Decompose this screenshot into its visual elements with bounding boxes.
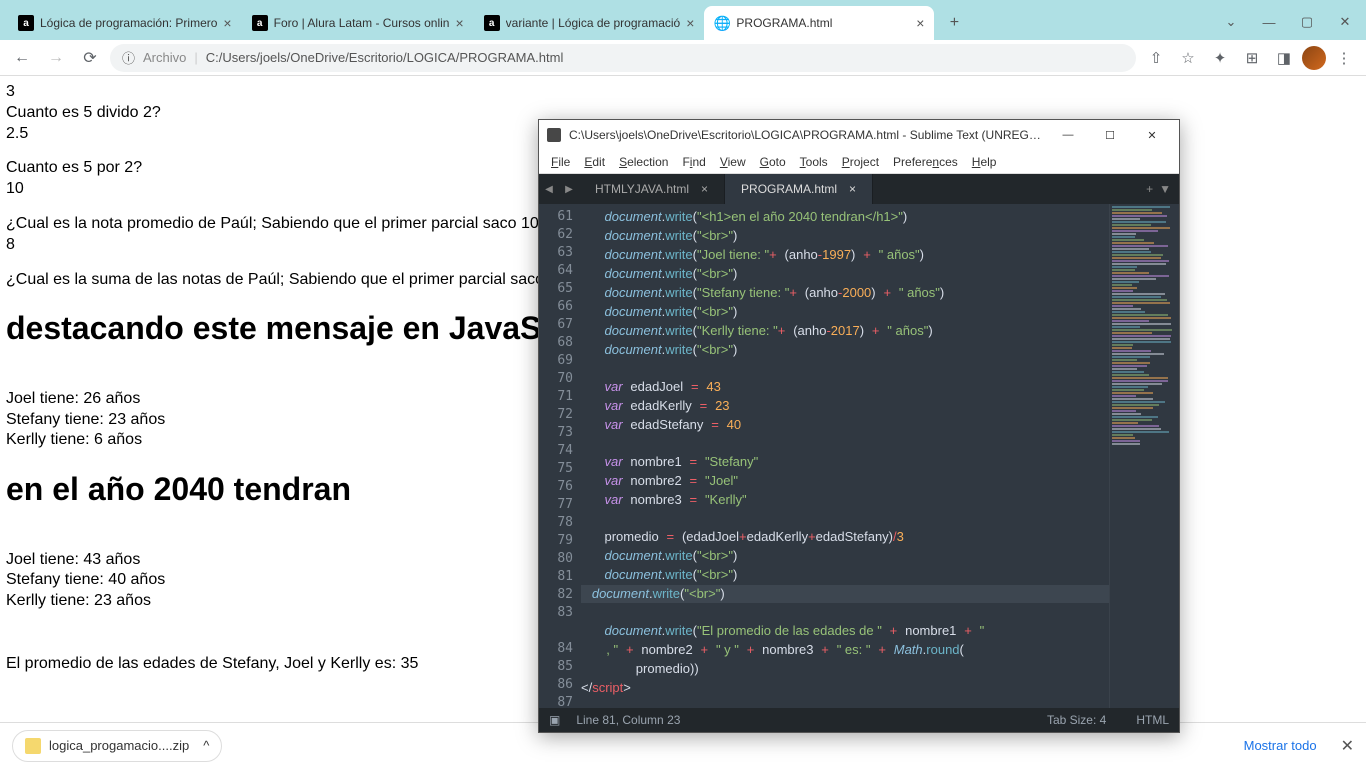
globe-icon: 🌐: [714, 15, 730, 31]
browser-tab[interactable]: avariante | Lógica de programació×: [474, 6, 705, 40]
sublime-logo-icon: [547, 128, 561, 142]
editor-area[interactable]: 6162636465666768697071727374757677787980…: [539, 204, 1179, 708]
text: 3: [6, 82, 1360, 103]
minimize-icon[interactable]: —: [1254, 10, 1284, 34]
sublime-menubar[interactable]: File Edit Selection Find View Goto Tools…: [539, 150, 1179, 174]
tab-next-icon[interactable]: ▶: [559, 174, 579, 204]
browser-tabstrip: aLógica de programación: Primero× aForo …: [0, 0, 1366, 40]
sublime-tabstrip: ◀ ▶ HTMLYJAVA.html× PROGRAMA.html× + ▼: [539, 174, 1179, 204]
extensions-icon[interactable]: ✦: [1206, 44, 1234, 72]
maximize-icon[interactable]: ☐: [1091, 124, 1129, 146]
menu-tools[interactable]: Tools: [794, 153, 834, 171]
browser-toolbar: ← → ⟳ ⓘ Archivo | C:/Users/joels/OneDriv…: [0, 40, 1366, 76]
line-gutter: 6162636465666768697071727374757677787980…: [539, 204, 581, 708]
new-tab-button[interactable]: +: [940, 9, 968, 37]
menu-edit[interactable]: Edit: [578, 153, 611, 171]
menu-view[interactable]: View: [714, 153, 752, 171]
sidepanel-icon[interactable]: ◨: [1270, 44, 1298, 72]
minimize-icon[interactable]: —: [1049, 124, 1087, 146]
menu-find[interactable]: Find: [676, 153, 711, 171]
back-button[interactable]: ←: [8, 44, 36, 72]
menu-preferences[interactable]: Preferences: [887, 153, 964, 171]
sublime-titlebar[interactable]: C:\Users\joels\OneDrive\Escritorio\LOGIC…: [539, 120, 1179, 150]
zip-icon: [25, 738, 41, 754]
apps-icon[interactable]: ⊞: [1238, 44, 1266, 72]
browser-tab[interactable]: aForo | Alura Latam - Cursos onlin×: [242, 6, 474, 40]
status-cursor: Line 81, Column 23: [576, 713, 680, 727]
close-icon[interactable]: ×: [701, 182, 708, 196]
tab-prev-icon[interactable]: ◀: [539, 174, 559, 204]
browser-tab[interactable]: aLógica de programación: Primero×: [8, 6, 242, 40]
editor-tab-active[interactable]: PROGRAMA.html×: [725, 174, 873, 204]
menu-project[interactable]: Project: [836, 153, 885, 171]
close-icon[interactable]: ×: [223, 15, 231, 31]
menu-selection[interactable]: Selection: [613, 153, 674, 171]
sidebar-toggle-icon[interactable]: ▣: [549, 713, 560, 727]
close-icon[interactable]: ✕: [1330, 10, 1360, 34]
editor-tab[interactable]: HTMLYJAVA.html×: [579, 174, 725, 204]
menu-icon[interactable]: ⋮: [1330, 44, 1358, 72]
menu-file[interactable]: File: [545, 153, 576, 171]
chevron-up-icon[interactable]: ^: [203, 738, 209, 753]
minimap[interactable]: [1109, 204, 1179, 708]
forward-button[interactable]: →: [42, 44, 70, 72]
close-icon[interactable]: ×: [849, 182, 856, 196]
close-icon[interactable]: ×: [455, 15, 463, 31]
tab-menu-icon[interactable]: ▼: [1159, 182, 1171, 196]
add-tab-icon[interactable]: +: [1146, 182, 1153, 196]
close-icon[interactable]: ✕: [1341, 736, 1354, 756]
close-icon[interactable]: ×: [916, 15, 924, 31]
chevron-down-icon[interactable]: ⌄: [1216, 10, 1246, 34]
show-all-downloads[interactable]: Mostrar todo: [1244, 738, 1317, 753]
status-language[interactable]: HTML: [1136, 713, 1169, 727]
browser-tab-active[interactable]: 🌐PROGRAMA.html×: [704, 6, 934, 40]
avatar[interactable]: [1302, 46, 1326, 70]
statusbar: ▣ Line 81, Column 23 Tab Size: 4 HTML: [539, 708, 1179, 732]
maximize-icon[interactable]: ▢: [1292, 10, 1322, 34]
close-icon[interactable]: ✕: [1133, 124, 1171, 146]
star-icon[interactable]: ☆: [1174, 44, 1202, 72]
sublime-window: C:\Users\joels\OneDrive\Escritorio\LOGIC…: [538, 119, 1180, 733]
code-content[interactable]: document.write("<h1>en el año 2040 tendr…: [581, 204, 1109, 708]
menu-goto[interactable]: Goto: [754, 153, 792, 171]
reload-button[interactable]: ⟳: [76, 44, 104, 72]
close-icon[interactable]: ×: [686, 15, 694, 31]
menu-help[interactable]: Help: [966, 153, 1003, 171]
address-bar[interactable]: ⓘ Archivo | C:/Users/joels/OneDrive/Escr…: [110, 44, 1136, 72]
status-tabsize[interactable]: Tab Size: 4: [1047, 713, 1106, 727]
info-icon: ⓘ: [122, 48, 135, 67]
download-item[interactable]: logica_progamacio....zip ^: [12, 730, 222, 762]
share-icon[interactable]: ⇧: [1142, 44, 1170, 72]
